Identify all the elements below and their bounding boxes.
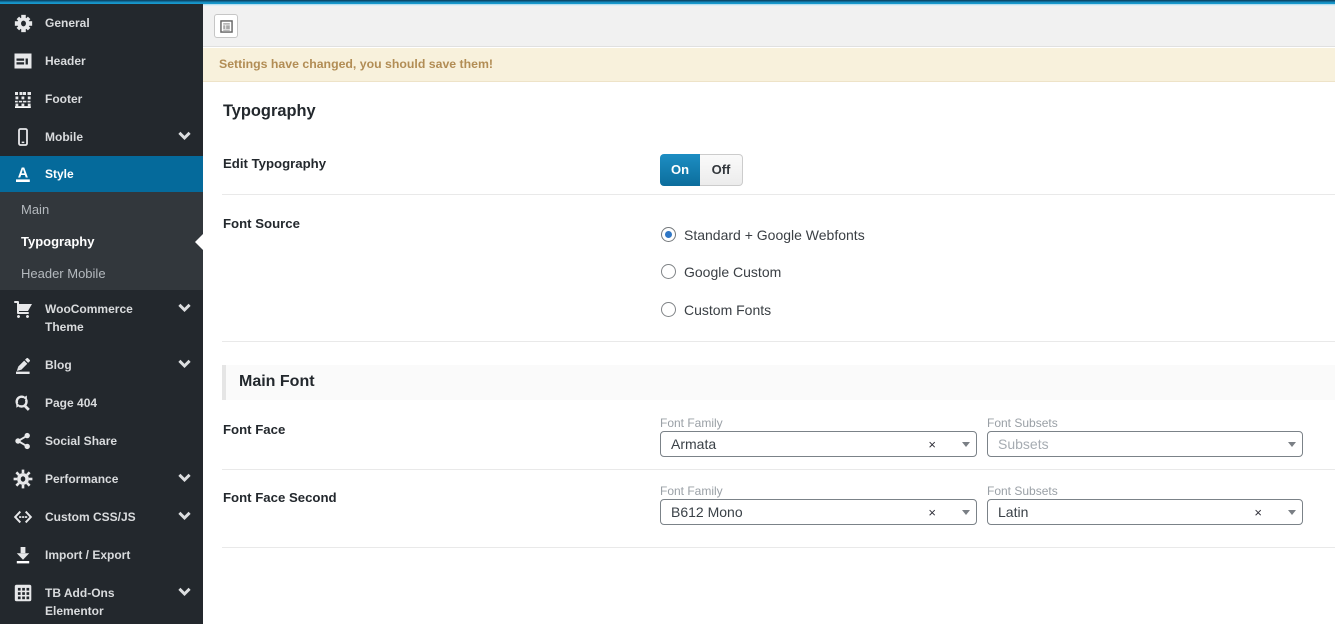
svg-text:A: A — [18, 166, 29, 182]
